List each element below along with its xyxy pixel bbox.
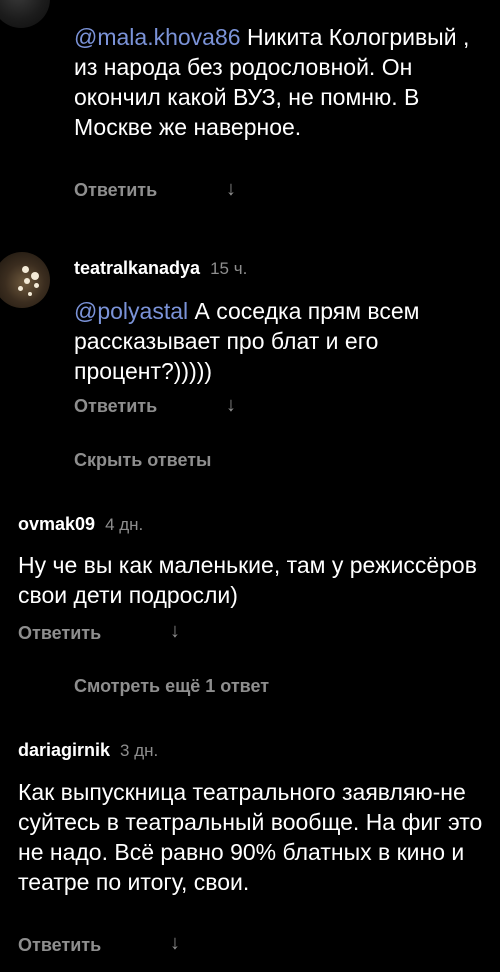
avatar[interactable] [0,0,50,28]
arrow-down-icon[interactable]: ↓ [170,620,180,643]
reply-button[interactable]: Ответить [74,396,157,417]
timestamp: 4 дн. [105,515,144,534]
arrow-down-icon[interactable]: ↓ [226,178,236,201]
username[interactable]: teatralkanadya [74,258,200,278]
comment-text: Как выпускница театрального заявляю-не с… [18,779,483,895]
comment-header: teatralkanadya 15 ч. [74,258,247,279]
comment-text: Ну че вы как маленькие, там у режиссёров… [18,552,477,608]
comment-header: ovmak09 4 дн. [18,514,143,535]
avatar[interactable] [0,252,50,308]
username[interactable]: ovmak09 [18,514,95,534]
comment-text: @mala.khova86 Никита Кологривый , из нар… [74,24,470,140]
mention-link[interactable]: @mala.khova86 [74,24,241,50]
reply-button[interactable]: Ответить [74,180,157,201]
arrow-down-icon[interactable]: ↓ [170,932,180,955]
comment-text: @polyastal А соседка прям всем рассказыв… [74,298,420,384]
username[interactable]: dariagirnik [18,740,110,760]
view-more-replies-button[interactable]: Смотреть ещё 1 ответ [74,676,269,697]
comment-header: dariagirnik 3 дн. [18,740,158,761]
hide-replies-button[interactable]: Скрыть ответы [74,450,211,471]
timestamp: 3 дн. [120,741,159,760]
arrow-down-icon[interactable]: ↓ [226,394,236,417]
reply-button[interactable]: Ответить [18,623,101,644]
mention-link[interactable]: @polyastal [74,298,188,324]
reply-button[interactable]: Ответить [18,935,101,956]
timestamp: 15 ч. [210,259,248,278]
